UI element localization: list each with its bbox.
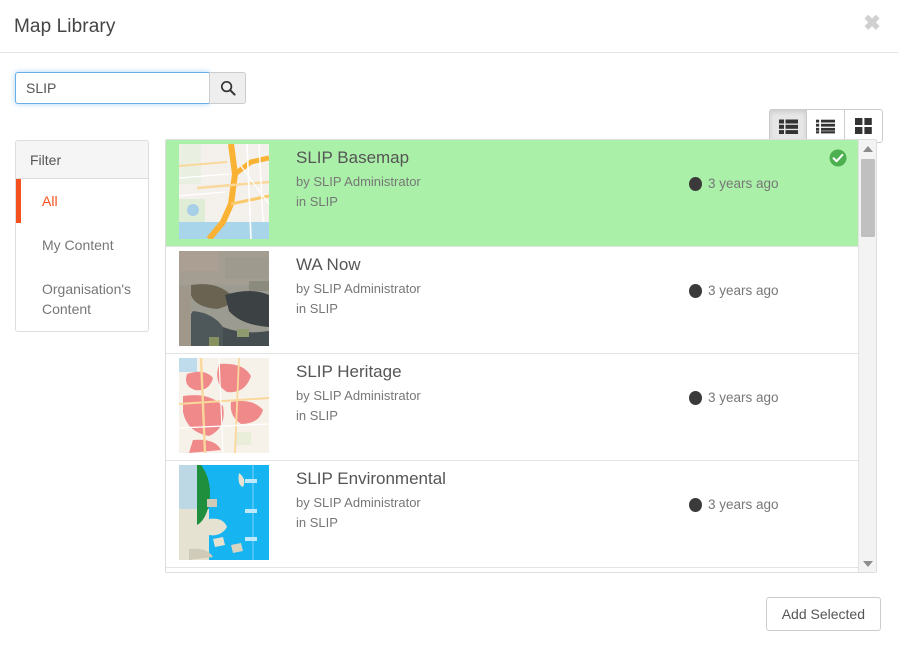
item-title: SLIP Heritage xyxy=(296,362,402,381)
map-library-dialog: Map Library ✖ SLIP Filter All My Content… xyxy=(0,0,898,645)
item-author: by SLIP Administrator xyxy=(296,174,421,189)
list-scrollbar[interactable] xyxy=(858,140,876,572)
scroll-down-icon[interactable] xyxy=(859,555,876,572)
item-text-block: SLIP Heritage by SLIP Administrator in S… xyxy=(296,361,676,426)
item-title: SLIP Basemap xyxy=(296,148,410,167)
map-list-panel: SLIP Basemap by SLIP Administrator in SL… xyxy=(165,139,877,573)
item-author: by SLIP Administrator xyxy=(296,281,421,296)
filter-item-label: All xyxy=(42,193,58,209)
dialog-header: Map Library ✖ xyxy=(0,0,898,53)
list-item[interactable]: SLIP Heritage by SLIP Administrator in S… xyxy=(166,354,858,461)
filter-item-my-content[interactable]: My Content xyxy=(16,223,148,267)
filter-item-label: Organisation's Content xyxy=(42,281,132,317)
item-author: by SLIP Administrator xyxy=(296,388,421,403)
clock-icon xyxy=(689,283,702,298)
map-thumbnail-heritage xyxy=(179,358,269,453)
map-thumbnail-satellite xyxy=(179,251,269,346)
list-large-icon xyxy=(778,119,798,134)
close-icon[interactable]: ✖ xyxy=(860,12,884,36)
item-author: by SLIP Administrator xyxy=(296,495,421,510)
item-modified: 3 years ago xyxy=(708,176,779,191)
page-title: Map Library xyxy=(14,16,116,37)
item-text-block: WA Now by SLIP Administrator in SLIP xyxy=(296,254,676,319)
item-modified: 3 years ago xyxy=(708,497,779,512)
add-selected-button[interactable]: Add Selected xyxy=(765,597,881,631)
item-meta: 3 years ago xyxy=(689,390,779,405)
item-location: in SLIP xyxy=(296,301,338,316)
toolbar xyxy=(0,53,898,143)
search-group xyxy=(15,72,246,104)
item-meta: 3 years ago xyxy=(689,176,779,191)
filter-panel: Filter All My Content Organisation's Con… xyxy=(15,140,149,332)
filter-item-all[interactable]: All xyxy=(16,179,148,223)
item-location: in SLIP xyxy=(296,194,338,209)
filter-header: Filter xyxy=(16,141,148,179)
scroll-up-icon[interactable] xyxy=(859,140,876,157)
list-compact-icon xyxy=(816,119,835,134)
map-thumbnail-roadmap xyxy=(179,144,269,239)
item-modified: 3 years ago xyxy=(708,283,779,298)
scrollbar-thumb[interactable] xyxy=(861,159,875,237)
item-location: in SLIP xyxy=(296,408,338,423)
filter-item-label: My Content xyxy=(42,237,114,253)
item-modified: 3 years ago xyxy=(708,390,779,405)
item-meta: 3 years ago xyxy=(689,497,779,512)
selected-check-icon xyxy=(829,149,847,167)
list-item[interactable]: WA Now by SLIP Administrator in SLIP 3 y… xyxy=(166,247,858,354)
filter-item-organisations-content[interactable]: Organisation's Content xyxy=(16,267,148,331)
item-text-block: SLIP Basemap by SLIP Administrator in SL… xyxy=(296,147,676,212)
list-item[interactable]: SLIP Environmental by SLIP Administrator… xyxy=(166,461,858,568)
item-title: WA Now xyxy=(296,255,361,274)
search-input[interactable] xyxy=(15,72,209,104)
grid-icon xyxy=(855,118,872,134)
item-title: SLIP Environmental xyxy=(296,469,446,488)
item-location: in SLIP xyxy=(296,515,338,530)
list-item[interactable]: SLIP Basemap by SLIP Administrator in SL… xyxy=(166,140,858,247)
item-meta: 3 years ago xyxy=(689,283,779,298)
dialog-body: Filter All My Content Organisation's Con… xyxy=(0,133,898,578)
map-thumbnail-environmental xyxy=(179,465,269,560)
clock-icon xyxy=(689,176,702,191)
clock-icon xyxy=(689,390,702,405)
map-list: SLIP Basemap by SLIP Administrator in SL… xyxy=(166,140,858,572)
item-text-block: SLIP Environmental by SLIP Administrator… xyxy=(296,468,676,533)
search-button[interactable] xyxy=(209,72,246,104)
dialog-footer: Add Selected xyxy=(0,583,898,645)
search-icon xyxy=(220,80,236,96)
clock-icon xyxy=(689,497,702,512)
